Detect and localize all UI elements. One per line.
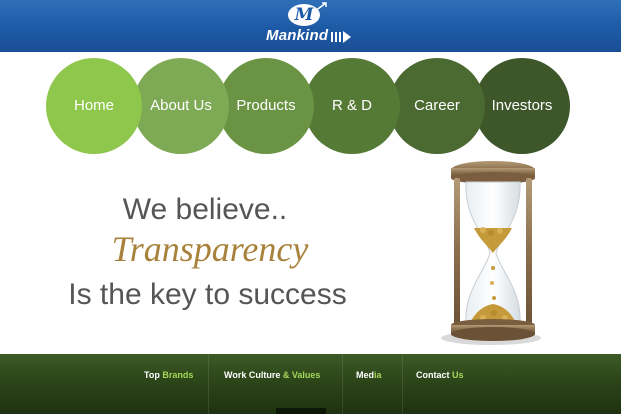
footer-link-top-brands[interactable]: Top Brands bbox=[144, 370, 193, 380]
footer-link-accent: ia bbox=[374, 370, 382, 380]
nav-investors[interactable]: Investors bbox=[474, 58, 570, 154]
footer-divider bbox=[208, 354, 209, 414]
footer-divider bbox=[342, 354, 343, 414]
footer-link-text: Contact bbox=[416, 370, 452, 380]
logo-bars-icon bbox=[331, 31, 351, 43]
main-nav: Home About Us Products R & D Career Inve… bbox=[0, 58, 621, 156]
footer-link-text: Work Culture bbox=[224, 370, 283, 380]
hero-line-1: We believe.. bbox=[122, 193, 288, 226]
footer-link-contact-us[interactable]: Contact Us bbox=[416, 370, 464, 380]
site-header: M Mankind bbox=[0, 0, 621, 52]
footer-link-text: Top bbox=[144, 370, 163, 380]
footer-link-work-culture[interactable]: Work Culture & Values bbox=[224, 370, 320, 380]
hourglass-icon bbox=[441, 161, 541, 345]
nav-products[interactable]: Products bbox=[218, 58, 314, 154]
site-footer: Top Brands Work Culture & Values Media C… bbox=[0, 354, 621, 414]
footer-link-accent: Brands bbox=[162, 370, 194, 380]
brand-logo[interactable]: M Mankind bbox=[258, 0, 368, 52]
nav-home[interactable]: Home bbox=[46, 58, 142, 154]
footer-link-text: Med bbox=[356, 370, 374, 380]
footer-shadow bbox=[276, 408, 326, 414]
hero-line-2: Transparency bbox=[111, 229, 309, 269]
hero-line-3: Is the key to success bbox=[68, 278, 347, 311]
footer-link-media[interactable]: Media bbox=[356, 370, 382, 380]
footer-link-accent: & Values bbox=[282, 370, 321, 380]
nav-career[interactable]: Career bbox=[389, 58, 485, 154]
footer-divider bbox=[402, 354, 403, 414]
nav-about-us[interactable]: About Us bbox=[133, 58, 229, 154]
nav-r-and-d[interactable]: R & D bbox=[304, 58, 400, 154]
logo-swoosh-icon bbox=[314, 2, 327, 12]
brand-name: Mankind bbox=[266, 27, 329, 44]
footer-link-accent: Us bbox=[452, 370, 464, 380]
